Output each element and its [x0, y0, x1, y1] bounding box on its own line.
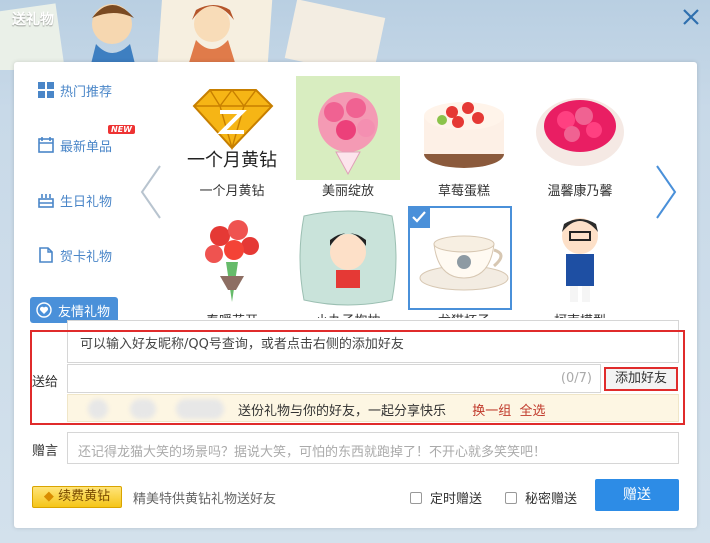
friend-avatar-blurred[interactable] — [176, 399, 224, 419]
friend-search-box[interactable]: 可以输入好友昵称/QQ号查询，或者点击右侧的添加好友 — [67, 320, 679, 363]
gift-row-2: 春暖花开 小丸子抱枕 龙猫杯子 — [180, 190, 690, 318]
note-label: 赠言 — [32, 444, 59, 459]
strawberry-cake-icon — [424, 102, 504, 168]
heart-icon — [36, 302, 52, 318]
renew-promo-text: 精美特供黄钻礼物送好友 — [133, 492, 277, 507]
gift-label: 春暖花开 — [180, 310, 292, 318]
timed-send-checkbox[interactable] — [410, 491, 422, 504]
sidebar-item-label: 贺卡礼物 — [60, 249, 113, 265]
gift-pic-caption: 一个月黄钻 — [187, 150, 277, 171]
secret-send-label: 秘密赠送 — [525, 492, 578, 507]
shuffle-link[interactable]: 换一组 — [472, 404, 511, 419]
send-to-label: 送给 — [32, 375, 59, 390]
carnation-basket-icon — [536, 98, 624, 166]
message-input[interactable]: 还记得龙猫大笑的场景吗？据说大笑，可怕的东西就跑掉了！不开心就多笑笑吧！ — [67, 432, 679, 464]
give-button[interactable]: 赠送 — [595, 479, 679, 511]
search-placeholder: 可以输入好友昵称/QQ号查询，或者点击右侧的添加好友 — [80, 337, 404, 352]
title-bar: 送礼物 — [0, 0, 710, 36]
pillow-icon — [299, 210, 397, 306]
friends-tip: 送份礼物与你的好友，一起分享快乐 — [238, 404, 447, 419]
recipient-counter: (0/7) — [560, 371, 592, 386]
gift-label: 龙猫杯子 — [404, 310, 524, 318]
renew-yellow-diamond-button[interactable]: ◆ 续费黄钻 — [32, 486, 122, 508]
window-title: 送礼物 — [12, 12, 54, 28]
renew-label: 续费黄钻 — [58, 489, 111, 504]
sidebar-item-label: 最新单品 — [60, 139, 113, 155]
friend-avatar-blurred[interactable] — [130, 399, 156, 419]
diamond-icon: ◆ — [43, 489, 54, 504]
figure-model-icon — [562, 218, 598, 302]
close-icon[interactable] — [680, 6, 702, 28]
calendar-icon — [38, 137, 54, 153]
sidebar-item-new[interactable]: 最新单品 — [38, 133, 112, 157]
sidebar-item-label: 热门推荐 — [60, 84, 113, 100]
flower-bouquet-icon — [296, 76, 400, 180]
gift-dialog: 送礼物 热门推荐 最新单品 NEW 生日礼物 贺卡礼物 友情礼物 一个月黄钻 一… — [0, 0, 710, 543]
add-friend-button[interactable]: 添加好友 — [604, 367, 678, 391]
gift-label: 小丸子抱枕 — [288, 310, 408, 318]
gift-label: 柯南模型 — [520, 310, 640, 318]
sidebar-item-hot[interactable]: 热门推荐 — [38, 78, 112, 102]
message-placeholder: 还记得龙猫大笑的场景吗？据说大笑，可怕的东西就跑掉了！不开心就多笑笑吧！ — [78, 445, 547, 460]
friend-avatar-blurred[interactable] — [88, 399, 108, 419]
timed-send-option[interactable]: 定时赠送 — [410, 488, 482, 507]
sidebar-item-card[interactable]: 贺卡礼物 — [38, 243, 112, 267]
grid-icon — [38, 82, 54, 98]
card-icon — [39, 247, 53, 263]
recipient-input[interactable]: (0/7) — [67, 364, 601, 393]
secret-send-option[interactable]: 秘密赠送 — [505, 488, 577, 507]
sidebar-item-label: 生日礼物 — [60, 194, 113, 210]
secret-send-checkbox[interactable] — [505, 491, 517, 504]
checkmark-icon — [408, 206, 430, 228]
red-flowers-icon — [205, 220, 259, 302]
new-badge: NEW — [108, 125, 135, 134]
prev-arrow-icon[interactable] — [138, 164, 164, 220]
sidebar-item-label: 友情礼物 — [58, 304, 111, 320]
sidebar-item-birthday[interactable]: 生日礼物 — [38, 188, 112, 212]
timed-send-label: 定时赠送 — [430, 492, 483, 507]
select-all-link[interactable]: 全选 — [519, 404, 545, 419]
cake-icon — [38, 194, 54, 208]
friend-suggestions: 送份礼物与你的好友，一起分享快乐 换一组 全选 — [67, 394, 679, 422]
